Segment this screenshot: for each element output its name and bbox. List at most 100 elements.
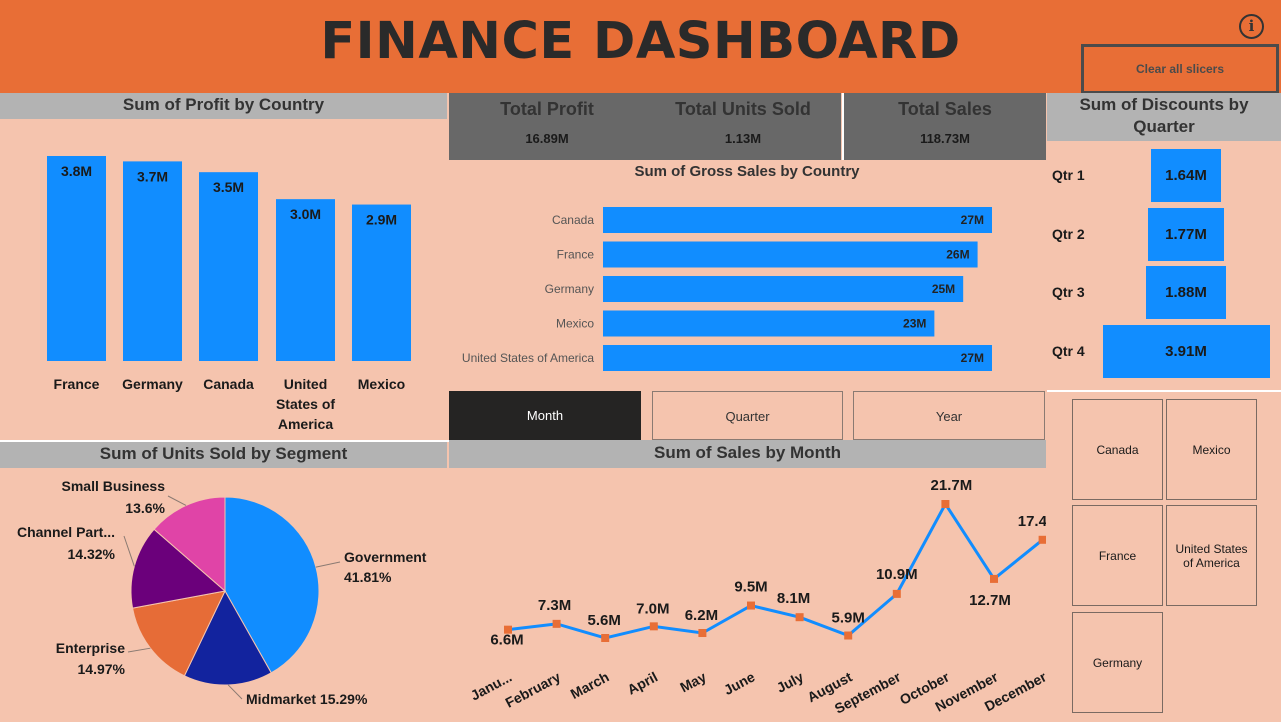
discounts-chart-title: Sum of Discounts by Quarter (1047, 93, 1281, 141)
kpi-label: Total Units Sold (675, 99, 811, 119)
gross-sales-by-country-chart: Sum of Gross Sales by Country Canada 27M Fr… (462, 163, 992, 371)
discount-category-label: Qtr 3 (1052, 284, 1085, 300)
tab-year[interactable]: Year (853, 391, 1045, 440)
kpi-label: Total Profit (500, 99, 594, 119)
profit-category-label: Canada (203, 376, 254, 392)
sales-month-label: May (677, 668, 709, 695)
pie-value-label: 41.81% (344, 569, 392, 585)
sales-marker (1038, 535, 1046, 544)
dashboard: FINANCE DASHBOARD i Clear all slicers Su… (0, 0, 1281, 722)
sales-data-label: 9.5M (734, 579, 767, 596)
sales-marker (990, 574, 998, 583)
pie-value-label: 14.32% (68, 546, 116, 562)
sales-by-month-chart: 6.6MJanu...7.3MFebruary5.6MMarch7.0MApri… (468, 477, 1046, 717)
profit-category-label: United States of America (276, 376, 335, 432)
sales-data-label: 21.7M (931, 477, 973, 494)
profit-bar (199, 172, 258, 361)
sales-marker (552, 619, 561, 628)
pie-category-label: Government (344, 549, 427, 565)
slicer-tile[interactable]: Canada (1072, 399, 1163, 500)
discount-bar: 3.91M (1102, 325, 1270, 378)
profit-data-label: 3.0M (290, 206, 321, 222)
kpi-value: 118.73M (920, 131, 970, 146)
profit-data-label: 3.8M (61, 163, 92, 179)
pie-leader-line (123, 535, 135, 567)
gross-data-label: 23M (903, 317, 926, 331)
sales-marker (844, 631, 853, 640)
profit-data-label: 2.9M (366, 212, 397, 228)
gross-bar (603, 345, 992, 371)
profit-bar (276, 199, 335, 361)
header-bar: FINANCE DASHBOARD i Clear all slicers (0, 0, 1281, 94)
gross-bar (603, 207, 992, 233)
pie-category-label: Enterprise (56, 640, 125, 656)
sales-data-label: 10.9M (876, 566, 918, 583)
slicer-tile[interactable]: Germany (1072, 612, 1163, 713)
pie-label: Midmarket 15.29% (246, 691, 368, 707)
sales-marker (892, 589, 901, 598)
sales-marker (747, 601, 755, 610)
units-chart-title: Sum of Units Sold by Segment (0, 442, 447, 468)
units-by-segment-chart: Government 41.81% Midmarket 15.29% Enterpri… (17, 478, 427, 707)
sales-month-label: March (568, 669, 612, 702)
info-icon[interactable]: i (1239, 14, 1264, 39)
gross-category-label: United States of America (462, 351, 594, 365)
divider (1047, 390, 1281, 392)
gross-data-label: 26M (946, 248, 969, 262)
profit-bar (47, 156, 106, 361)
sales-month-label: April (625, 669, 661, 698)
gross-bar (603, 310, 935, 337)
gross-data-label: 25M (932, 282, 955, 296)
pie-category-label: Small Business (62, 478, 166, 494)
sales-month-label: July (774, 668, 806, 695)
sales-marker (941, 500, 950, 508)
sales-data-label: 6.6M (490, 632, 523, 649)
pie-leader-line (127, 647, 151, 653)
kpi-label: Total Sales (898, 99, 992, 119)
discount-category-label: Qtr 2 (1052, 226, 1085, 242)
pie-value-label: 13.6% (125, 500, 165, 516)
sales-marker (601, 634, 610, 642)
slicer-tile[interactable]: France (1072, 505, 1163, 606)
profit-category-label: France (54, 376, 100, 392)
sales-data-label: 7.0M (636, 600, 669, 617)
pie-leader-line (315, 561, 341, 568)
gross-bar (603, 241, 978, 268)
sales-marker (795, 613, 804, 622)
profit-bar (352, 204, 411, 361)
gross-category-label: France (557, 248, 595, 262)
pie-leader-line (227, 684, 243, 700)
sales-data-label: 7.3M (538, 597, 571, 614)
slicer-tile[interactable]: Mexico (1166, 399, 1257, 500)
kpi-total-sales: Total Sales 118.73M (844, 93, 1046, 160)
sales-data-label: 5.6M (588, 612, 621, 629)
profit-chart-title: Sum of Profit by Country (0, 93, 447, 119)
sales-data-label: 5.9M (832, 610, 865, 627)
gross-category-label: Canada (552, 213, 594, 227)
sales-marker (649, 622, 658, 631)
pie-category-label: Channel Part... (17, 524, 115, 540)
pie-leader-line (167, 495, 187, 506)
discount-bar: 1.64M (1150, 149, 1221, 202)
profit-data-label: 3.7M (137, 168, 168, 184)
profit-category-label: Mexico (358, 376, 405, 392)
gross-data-label: 27M (961, 213, 984, 227)
profit-bar (123, 161, 182, 361)
sales-data-label: 6.2M (685, 607, 718, 624)
gross-chart-title: Sum of Gross Sales by Country (634, 163, 860, 180)
discount-bar: 1.77M (1148, 208, 1224, 261)
kpi-value: 16.89M (525, 131, 569, 146)
tab-month[interactable]: Month (449, 391, 641, 440)
sales-month-label: February (503, 668, 564, 710)
sales-data-label: 8.1M (777, 590, 810, 607)
tab-quarter[interactable]: Quarter (652, 391, 843, 440)
discount-category-label: Qtr 1 (1052, 167, 1085, 183)
profit-category-label: Germany (122, 376, 183, 392)
sales-chart-title: Sum of Sales by Month (449, 440, 1046, 468)
pie-value-label: 14.97% (78, 661, 126, 677)
sales-marker (698, 629, 707, 638)
clear-all-slicers-button[interactable]: Clear all slicers (1081, 44, 1279, 94)
sales-data-label: 17.4M (1018, 513, 1046, 530)
profit-data-label: 3.5M (213, 179, 244, 195)
slicer-tile[interactable]: United States of America (1166, 505, 1257, 606)
